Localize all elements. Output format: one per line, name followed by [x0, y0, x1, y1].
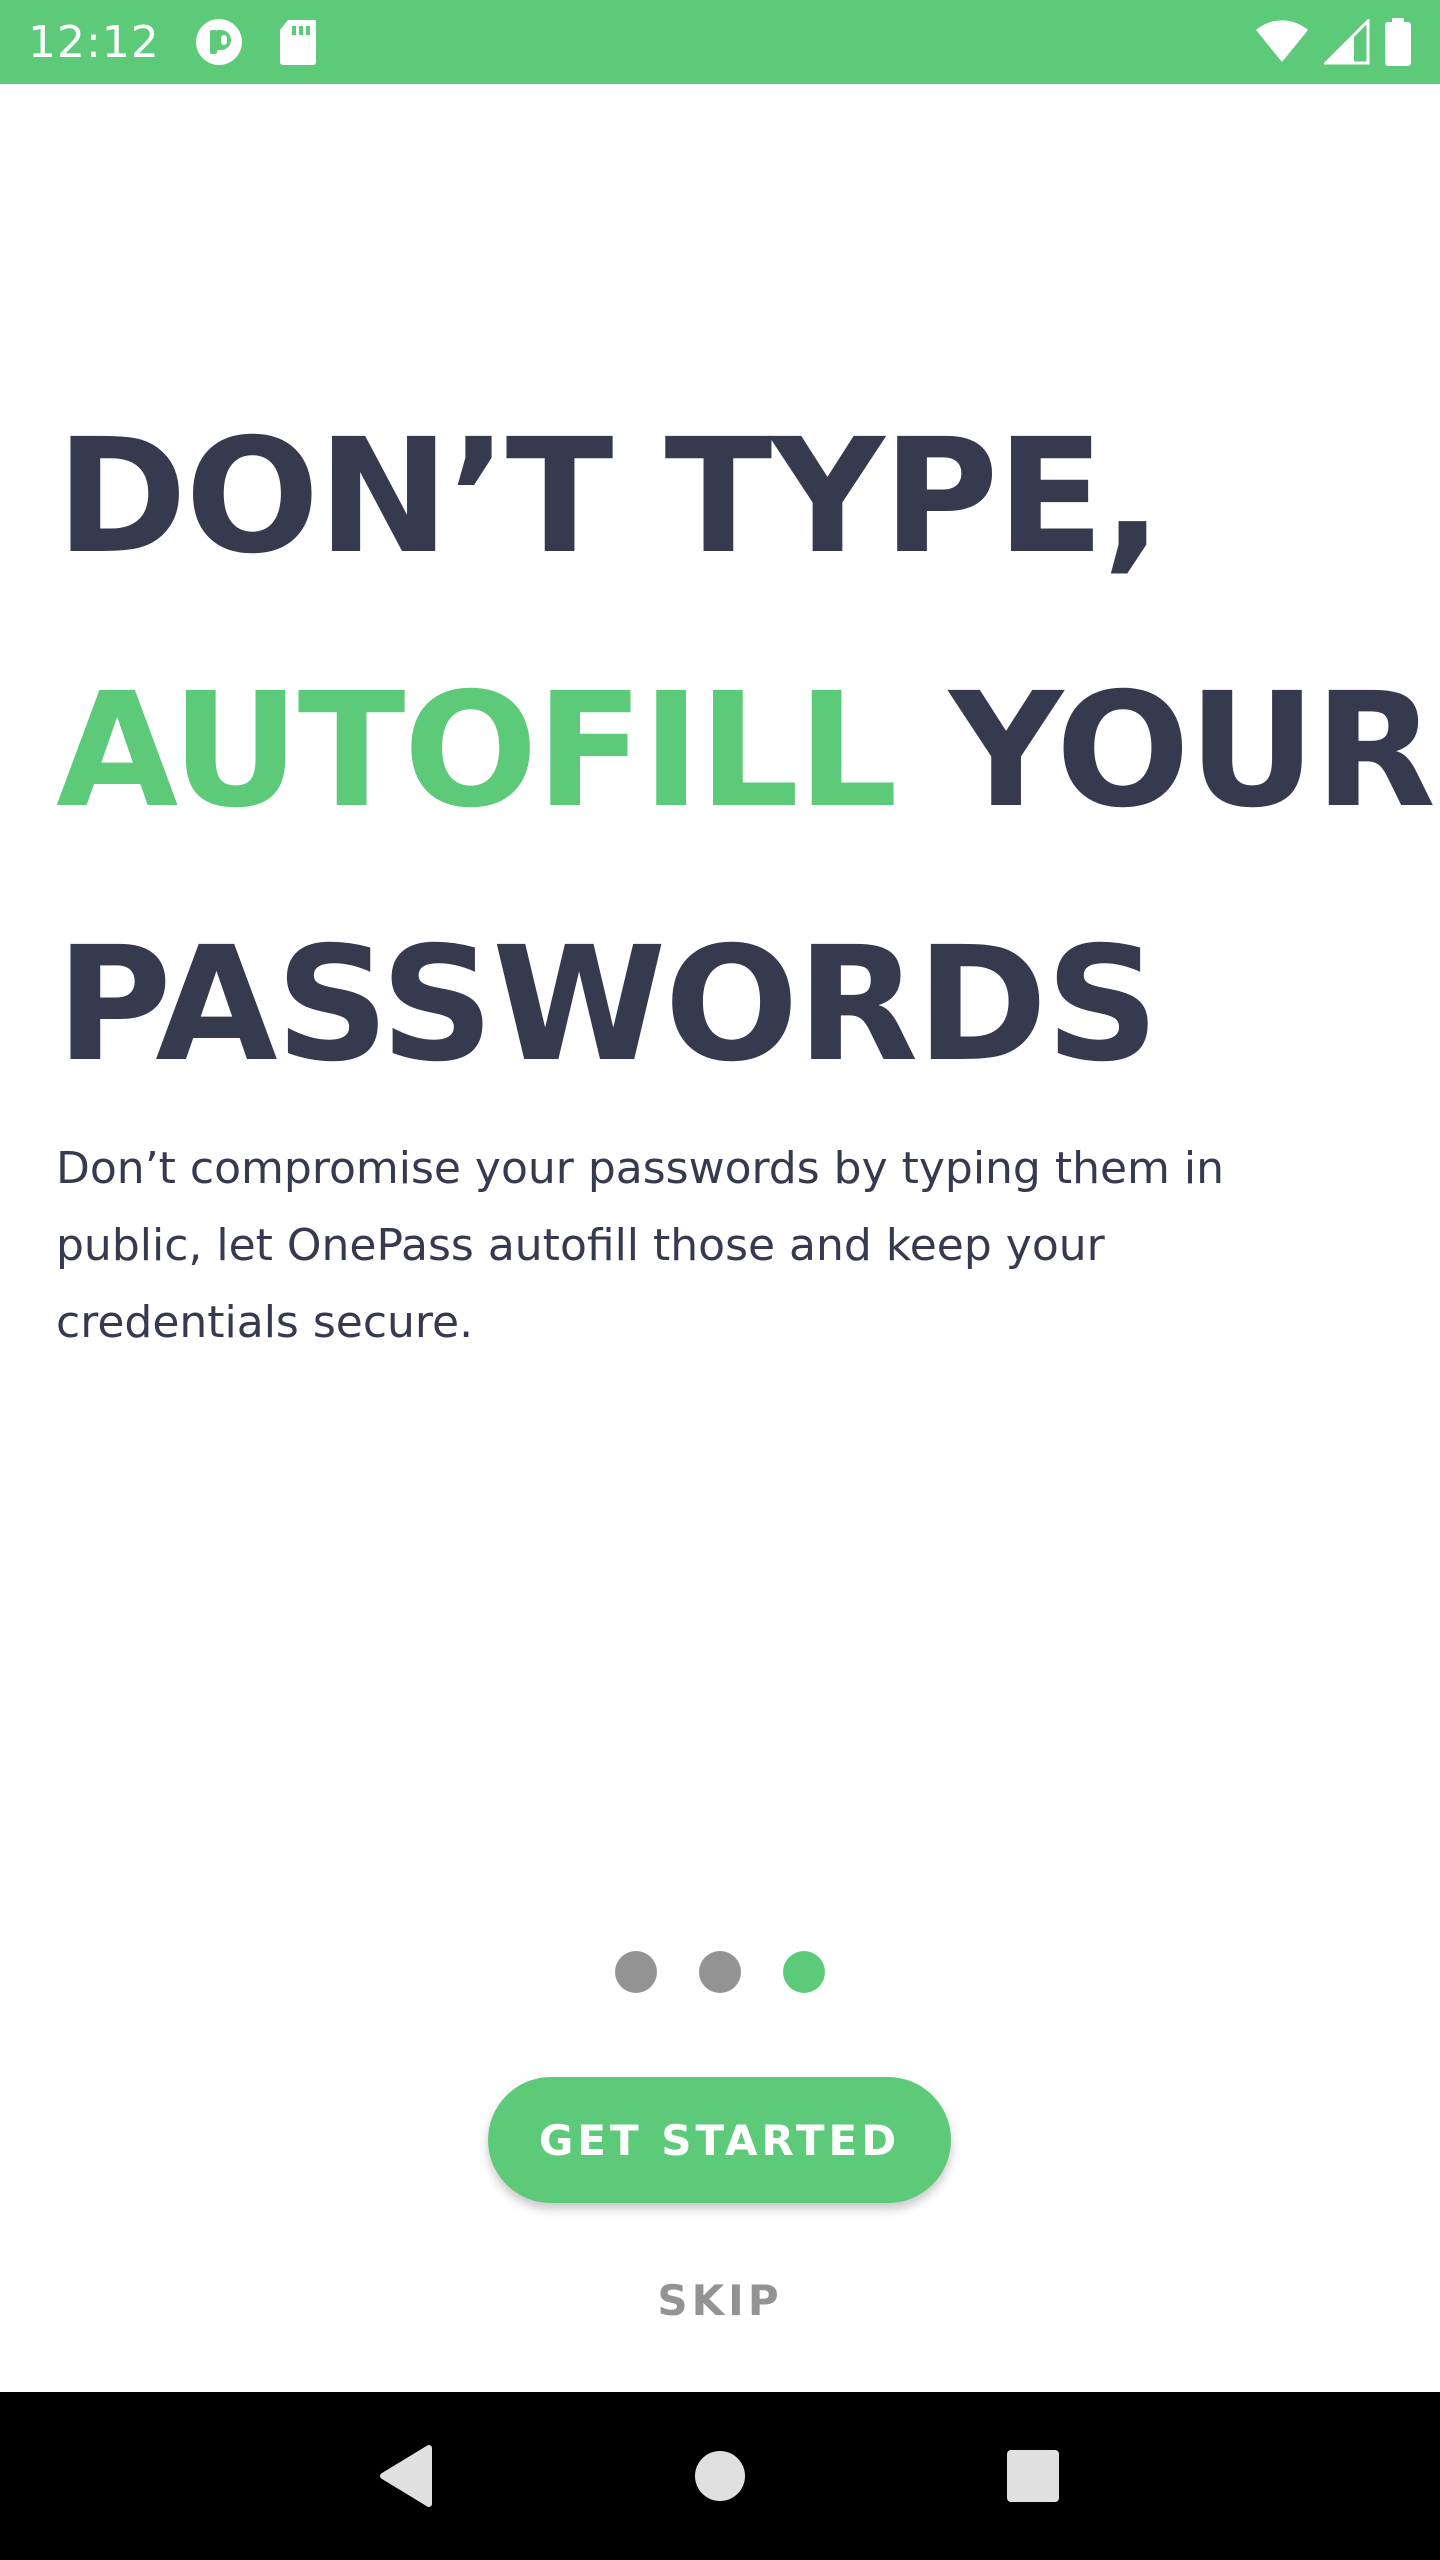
headline-accent-word: AUTOFILL	[56, 659, 898, 843]
status-time: 12:12	[28, 16, 160, 68]
wifi-icon	[1254, 20, 1310, 64]
home-icon[interactable]	[660, 2416, 780, 2536]
status-bar: 12:12	[0, 0, 1440, 84]
get-started-button[interactable]: GET STARTED	[488, 2077, 951, 2203]
page-indicator	[0, 1951, 1440, 1993]
back-icon[interactable]	[347, 2416, 467, 2536]
headline-line-2: AUTOFILL YOUR	[56, 624, 1436, 878]
page-dot-1[interactable]	[615, 1951, 657, 1993]
page-dot-2[interactable]	[699, 1951, 741, 1993]
page-dot-3-active[interactable]	[783, 1951, 825, 1993]
status-bar-right	[1254, 18, 1412, 66]
headline-line-3: PASSWORDS	[56, 913, 1159, 1097]
skip-button[interactable]: SKIP	[0, 2276, 1440, 2325]
app-notification-icon	[194, 17, 244, 67]
cell-signal-icon	[1324, 19, 1370, 65]
headline-line-1: DON’T TYPE,	[56, 405, 1162, 589]
onboarding-headline: DON’T TYPE, AUTOFILL YOUR PASSWORDS	[56, 370, 1436, 1132]
headline-line-2-rest: YOUR	[895, 659, 1436, 843]
battery-icon	[1384, 18, 1412, 66]
recents-icon[interactable]	[973, 2416, 1093, 2536]
status-bar-left: 12:12	[28, 17, 318, 68]
onboarding-description: Don’t compromise your passwords by typin…	[56, 1143, 1225, 1348]
sd-card-icon	[278, 17, 318, 67]
system-navigation-bar	[0, 2392, 1440, 2560]
